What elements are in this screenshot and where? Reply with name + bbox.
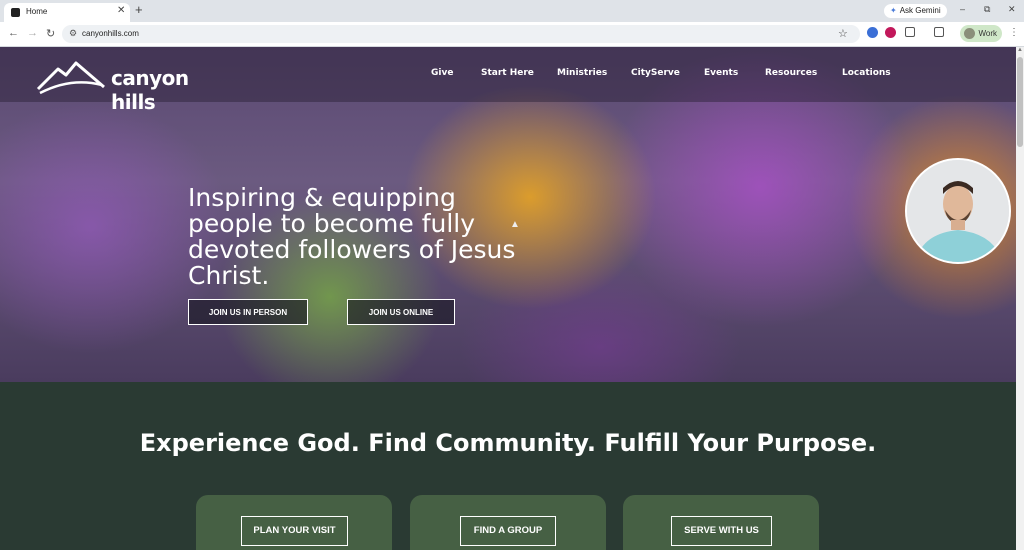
extensions-puzzle-icon[interactable]	[905, 27, 915, 37]
extension-password-icon[interactable]	[867, 27, 878, 38]
nav-events[interactable]: Events	[704, 68, 738, 78]
hero-headline: Inspiring & equipping people to become f…	[188, 183, 516, 290]
ask-gemini-button[interactable]: ✦ Ask Gemini	[884, 4, 947, 18]
find-a-group-button[interactable]: FIND A GROUP	[460, 516, 556, 546]
webcam-overlay	[905, 158, 1011, 264]
mouse-cursor-icon: ▲	[510, 219, 520, 230]
reload-button[interactable]: ↻	[46, 27, 55, 40]
page-scrollbar[interactable]: ▲	[1016, 47, 1024, 550]
gemini-sparkle-icon: ✦	[890, 6, 897, 15]
logo-text: canyon hills	[111, 66, 189, 114]
new-tab-button[interactable]: +	[135, 2, 143, 17]
scrollbar-thumb[interactable]	[1017, 57, 1023, 147]
web-page: canyon hills Give Start Here Ministries …	[0, 47, 1016, 550]
nav-locations[interactable]: Locations	[842, 68, 891, 78]
avatar	[964, 28, 975, 39]
plan-your-visit-button[interactable]: PLAN YOUR VISIT	[241, 516, 348, 546]
minimize-button[interactable]: –	[960, 4, 965, 14]
side-panel-icon[interactable]	[934, 27, 944, 37]
close-tab-icon[interactable]: ✕	[117, 5, 125, 16]
profile-label: Work	[978, 29, 997, 38]
mountain-logo-icon	[36, 61, 105, 95]
ask-gemini-label: Ask Gemini	[899, 6, 941, 15]
join-in-person-button[interactable]: JOIN US IN PERSON	[188, 299, 308, 325]
address-bar[interactable]: ⚙ canyonhills.com ☆	[62, 25, 860, 43]
browser-menu-icon[interactable]: ⋮	[1009, 27, 1019, 38]
url-text: canyonhills.com	[82, 29, 139, 38]
site-info-icon[interactable]: ⚙	[69, 28, 77, 39]
site-logo[interactable]: canyon hills	[36, 55, 236, 114]
serve-with-us-button[interactable]: SERVE WITH US	[671, 516, 772, 546]
nav-ministries[interactable]: Ministries	[557, 68, 607, 78]
nav-cityserve[interactable]: CityServe	[631, 68, 680, 78]
nav-resources[interactable]: Resources	[765, 68, 817, 78]
tab-home[interactable]: Home ✕	[4, 3, 130, 22]
extension-color-icon[interactable]	[885, 27, 896, 38]
tab-title: Home	[26, 7, 48, 16]
back-button[interactable]: ←	[8, 27, 19, 39]
bookmark-star-icon[interactable]: ☆	[838, 27, 848, 40]
restore-button[interactable]: ⧉	[984, 4, 990, 15]
profile-button[interactable]: Work	[960, 25, 1002, 42]
scroll-up-icon[interactable]: ▲	[1017, 47, 1023, 53]
forward-button[interactable]: →	[27, 27, 38, 39]
site-favicon-icon	[11, 8, 20, 17]
nav-start-here[interactable]: Start Here	[481, 68, 534, 78]
section-tagline: Experience God. Find Community. Fulfill …	[139, 429, 877, 457]
join-online-button[interactable]: JOIN US ONLINE	[347, 299, 455, 325]
hero-section: canyon hills Give Start Here Ministries …	[0, 47, 1016, 382]
presenter-icon	[907, 160, 1009, 262]
close-window-button[interactable]: ✕	[1008, 4, 1016, 15]
tab-strip: Home ✕ + ✦ Ask Gemini – ⧉ ✕	[0, 0, 1024, 22]
nav-give[interactable]: Give	[431, 68, 453, 78]
